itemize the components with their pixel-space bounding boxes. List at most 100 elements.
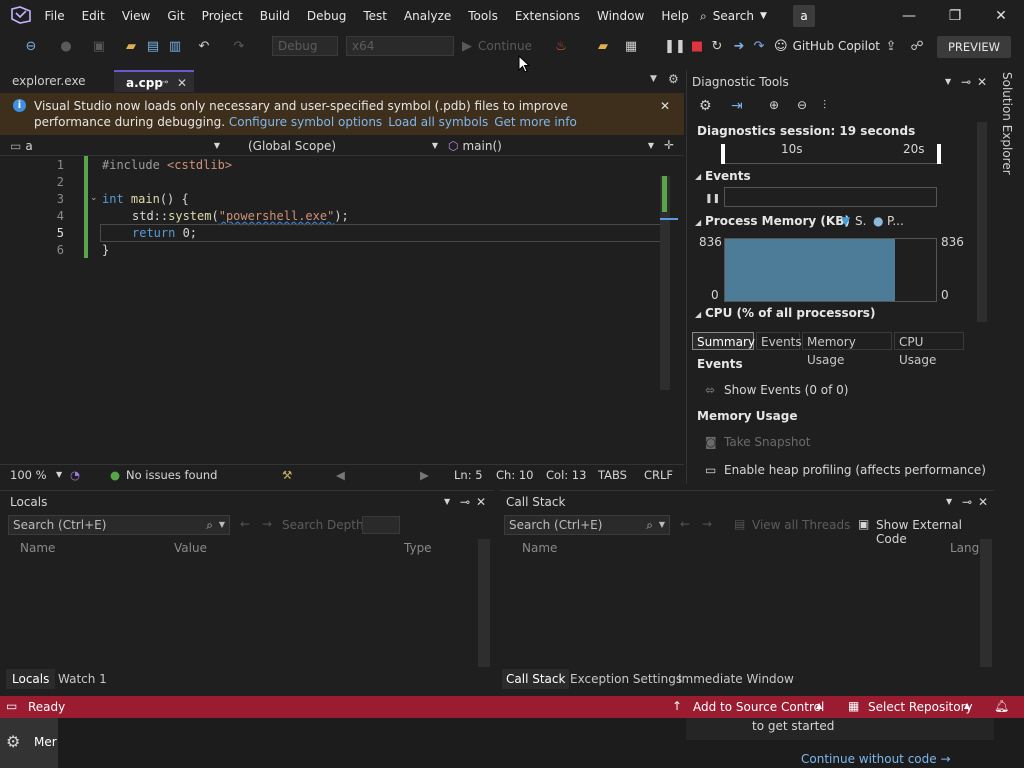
restore-button[interactable]: ❐ [932, 0, 978, 32]
stop-debugging-button[interactable]: ■ [690, 36, 704, 56]
get-more-info-link[interactable]: Get more info [494, 115, 577, 129]
menu-view[interactable]: View [113, 0, 158, 32]
open-button[interactable]: ▰ [122, 36, 140, 56]
zoom-level[interactable]: 100 % [10, 465, 47, 485]
column-language[interactable]: Lang [950, 541, 979, 555]
configure-symbol-options-link[interactable]: Configure symbol options [229, 115, 382, 129]
menu-debug[interactable]: Debug [298, 0, 354, 32]
preview-badge[interactable]: PREVIEW [937, 36, 1011, 58]
timeline-handle-left[interactable] [721, 144, 725, 164]
menu-test[interactable]: Test [355, 0, 396, 32]
scope-dropdown[interactable]: (Global Scope) ▼ [230, 136, 442, 156]
step-over-button[interactable]: ↷ [752, 36, 766, 56]
column-value[interactable]: Value [174, 541, 207, 555]
column-name[interactable]: Name [522, 541, 557, 555]
tab-locals[interactable]: Locals [6, 669, 56, 689]
load-all-symbols-link[interactable]: Load all symbols [388, 115, 488, 129]
close-icon[interactable]: ✕ [476, 495, 486, 509]
tab-immediate-window[interactable]: Immediate Window [676, 669, 796, 689]
settings-gear-icon[interactable]: ⚙ [668, 72, 679, 86]
menu-edit[interactable]: Edit [73, 0, 113, 32]
tab-cpu-usage[interactable]: CPU Usage [894, 332, 964, 367]
close-icon[interactable]: ✕ [977, 75, 987, 89]
export-icon[interactable]: ⇥ [731, 98, 743, 114]
tab-watch-1[interactable]: Watch 1 [56, 669, 109, 689]
menu-extensions[interactable]: Extensions [506, 0, 588, 32]
pin-icon[interactable]: ⊸ [961, 75, 971, 89]
menu-analyze[interactable]: Analyze [395, 0, 459, 32]
tab-explorer-exe[interactable]: explorer.exe [0, 70, 114, 92]
split-icon[interactable]: ✛ [664, 138, 674, 152]
tab-a-cpp[interactable]: a.cpp ⊸ ✕ [114, 70, 194, 92]
minimize-button[interactable]: — [886, 0, 932, 32]
restart-button[interactable]: ↻ [710, 36, 724, 56]
editor-scrollbar[interactable] [660, 176, 678, 390]
zoom-in-icon[interactable]: ⊕ [769, 98, 779, 112]
collapse-chevron-icon[interactable]: ⌄ [90, 193, 98, 203]
events-track[interactable] [724, 187, 937, 207]
pause-icon[interactable]: ❚❚ [705, 194, 720, 204]
break-all-button[interactable]: ❚❚ [664, 36, 686, 56]
issues-label[interactable]: No issues found [126, 465, 217, 485]
collapse-icon[interactable]: ◢ [695, 310, 701, 319]
back-arrow-icon[interactable]: ← [240, 517, 250, 531]
heap-profiling-checkbox[interactable]: Enable heap profiling (affects performan… [724, 463, 986, 477]
chevron-down-icon[interactable]: ▼ [946, 497, 952, 506]
notifications-icon[interactable]: 🔔︎ [994, 699, 1009, 713]
search-button[interactable]: ⌕ Search ▼ [700, 6, 767, 26]
close-tab-icon[interactable]: ✕ [177, 72, 187, 94]
member-dropdown[interactable]: ⬡ main() ▼ [448, 136, 658, 156]
column-name[interactable]: Name [20, 541, 55, 555]
tab-call-stack[interactable]: Call Stack [502, 669, 570, 689]
tab-memory-usage[interactable]: Memory Usage [802, 332, 892, 367]
chevron-down-icon[interactable]: ▼ [56, 465, 62, 485]
solution-explorer-sidebar[interactable]: Solution Explorer [996, 60, 1024, 696]
diagnostics-scrollbar[interactable] [977, 122, 987, 322]
project-dropdown[interactable]: ▭ a ▼ [10, 136, 226, 156]
tab-exception-settings[interactable]: Exception Settings [568, 669, 684, 689]
code-editor[interactable]: 1 2 3 4 5 6 #include <cstdlib> ⌄ int mai… [0, 156, 684, 464]
save-button[interactable]: ▤ [144, 36, 162, 56]
pin-icon[interactable]: ⊸ [460, 495, 470, 509]
scroll-right-icon[interactable]: ▶ [420, 465, 429, 485]
hot-reload-button[interactable]: ♨ [552, 36, 570, 56]
undo-button[interactable]: ↶ [195, 36, 213, 56]
configuration-combo[interactable]: Debug [272, 36, 338, 56]
memory-chart[interactable] [724, 238, 937, 302]
timeline-handle-right[interactable] [937, 144, 941, 164]
timeline-ruler[interactable]: 10s 20s [721, 142, 943, 164]
forward-button[interactable]: ● [58, 36, 74, 56]
zoom-out-icon[interactable]: ⊖ [797, 98, 807, 112]
menu-build[interactable]: Build [251, 0, 298, 32]
tab-summary[interactable]: Summary [692, 332, 755, 350]
continue-without-code-link[interactable]: Continue without code → [801, 752, 951, 766]
select-repository-button[interactable]: Select Repository [868, 700, 973, 714]
intellicode-icon[interactable]: ◔ [70, 465, 80, 485]
platform-combo[interactable]: x64 [346, 36, 454, 56]
redo-button[interactable]: ↷ [230, 36, 248, 56]
tab-list-dropdown-icon[interactable]: ▼ [650, 74, 657, 84]
show-next-statement-button[interactable]: ➜ [732, 36, 746, 56]
reset-view-icon[interactable]: ⫶ [823, 98, 826, 113]
share-button[interactable]: ⇪ [884, 36, 898, 56]
menu-file[interactable]: File [36, 0, 73, 32]
forward-arrow-icon[interactable]: → [702, 517, 712, 531]
line-ending[interactable]: CRLF [644, 465, 673, 485]
new-project-button[interactable]: ▣ [88, 36, 110, 56]
taskbar-app-button[interactable]: ⚙ Mer [0, 718, 58, 768]
solution-explorer-tab[interactable]: Solution Explorer [1000, 72, 1014, 175]
settings-gear-icon[interactable]: ⚙ [699, 98, 712, 114]
back-button[interactable]: ⊖ [22, 36, 40, 56]
collapse-icon[interactable]: ◢ [695, 172, 701, 181]
close-icon[interactable]: ✕ [978, 495, 988, 509]
callstack-scrollbar[interactable] [980, 539, 992, 667]
layout-button[interactable]: ▦ [622, 36, 640, 56]
show-events-link[interactable]: Show Events (0 of 0) [724, 383, 848, 397]
add-to-source-control-button[interactable]: Add to Source Control [693, 700, 824, 714]
search-depth-combo[interactable] [362, 516, 400, 534]
menu-help[interactable]: Help [653, 0, 697, 32]
forward-arrow-icon[interactable]: → [262, 517, 272, 531]
feedback-button[interactable]: ☍ [910, 36, 924, 56]
cleanup-brush-icon[interactable]: ⚒ [282, 465, 292, 485]
tab-events[interactable]: Events [756, 332, 802, 350]
